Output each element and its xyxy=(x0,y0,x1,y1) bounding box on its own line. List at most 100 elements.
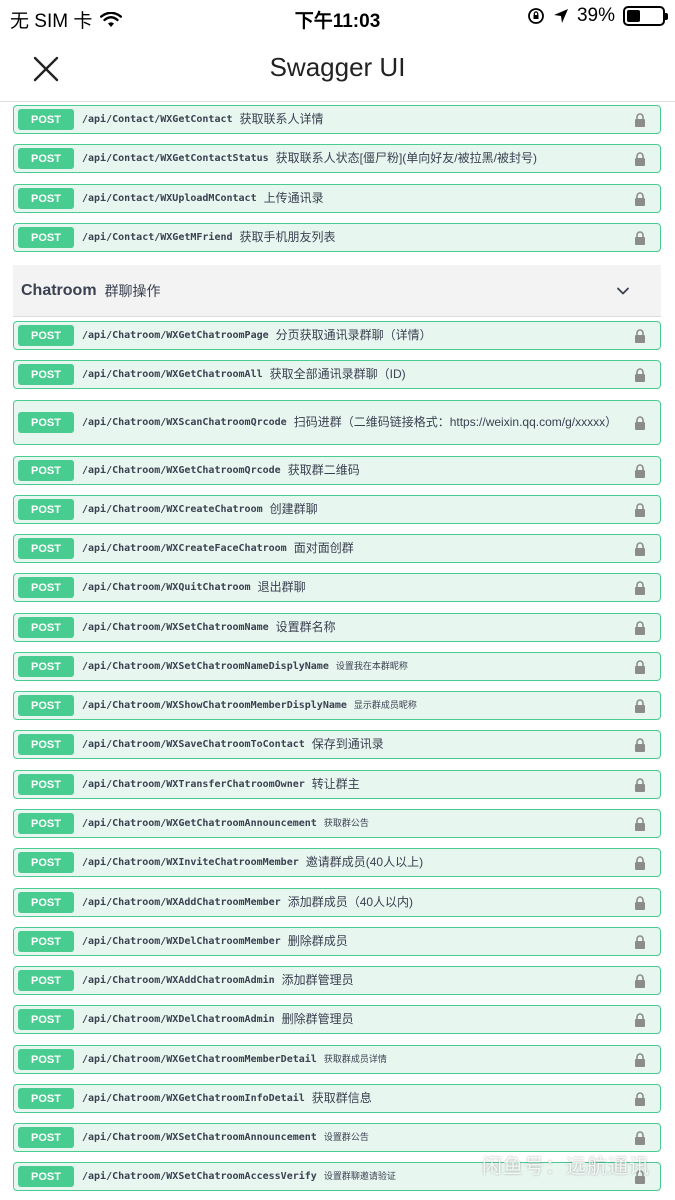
endpoint-path: /api/Chatroom/WXCreateFaceChatroom xyxy=(82,543,287,554)
method-badge: POST xyxy=(18,695,74,716)
lock-icon[interactable] xyxy=(634,816,646,831)
operation-row[interactable]: POST/api/Chatroom/WXSetChatroomAnnouncem… xyxy=(13,1123,661,1152)
operation-row[interactable]: POST/api/Chatroom/WXGetChatroomQrcode 获取群… xyxy=(13,456,661,485)
operation-row[interactable]: POST/api/Chatroom/WXSaveChatroomToContac… xyxy=(13,730,661,759)
lock-icon[interactable] xyxy=(634,1091,646,1106)
lock-icon[interactable] xyxy=(634,620,646,635)
location-icon xyxy=(553,9,568,23)
operation-row[interactable]: POST/api/Chatroom/WXSetChatroomAccessVer… xyxy=(13,1162,661,1191)
lock-icon[interactable] xyxy=(634,502,646,517)
operation-row[interactable]: POST/api/Chatroom/WXTransferChatroomOwne… xyxy=(13,770,661,799)
endpoint-description: 分页获取通讯录群聊（详情） xyxy=(275,327,432,342)
endpoint-path: /api/Chatroom/WXSetChatroomAccessVerify xyxy=(82,1171,317,1182)
lock-icon[interactable] xyxy=(634,737,646,752)
lock-icon[interactable] xyxy=(634,1012,646,1027)
lock-icon[interactable] xyxy=(634,1130,646,1145)
operation-row[interactable]: POST/api/Chatroom/WXSetChatroomNameDispl… xyxy=(13,652,661,681)
endpoint-path: /api/Chatroom/WXDelChatroomAdmin xyxy=(82,1014,275,1025)
endpoint-description: 退出群聊 xyxy=(257,579,306,594)
operation-row[interactable]: POST/api/Chatroom/WXCreateChatroom 创建群聊 xyxy=(13,495,661,524)
operation-row[interactable]: POST/api/Chatroom/WXInviteChatroomMember… xyxy=(13,848,661,877)
operations-list[interactable]: Chatroom 群聊操作 POST/api/Contact/WXGetCont… xyxy=(0,103,675,1200)
method-badge: POST xyxy=(18,931,74,952)
lock-icon[interactable] xyxy=(634,777,646,792)
wifi-icon xyxy=(100,11,123,27)
operation-row[interactable]: POST/api/Chatroom/WXGetChatroomPage 分页获取通… xyxy=(13,321,661,350)
endpoint-path: /api/Chatroom/WXSetChatroomName xyxy=(82,622,269,633)
method-badge: POST xyxy=(18,499,74,520)
section-description: 群聊操作 xyxy=(104,282,161,299)
operation-row[interactable]: POST/api/Chatroom/WXGetChatroomMemberDet… xyxy=(13,1045,661,1074)
method-badge: POST xyxy=(18,460,74,481)
lock-icon[interactable] xyxy=(634,934,646,949)
lock-icon[interactable] xyxy=(634,895,646,910)
lock-icon[interactable] xyxy=(634,541,646,556)
orientation-lock-icon xyxy=(528,8,544,24)
endpoint-description: 添加群管理员 xyxy=(281,972,354,987)
operation-row[interactable]: POST/api/Contact/WXGetContact 获取联系人详情 xyxy=(13,105,661,134)
method-badge: POST xyxy=(18,617,74,638)
method-badge: POST xyxy=(18,412,74,433)
operation-row[interactable]: POST/api/Chatroom/WXDelChatroomMember 删除群… xyxy=(13,927,661,956)
lock-icon[interactable] xyxy=(634,659,646,674)
endpoint-description: 设置群名称 xyxy=(275,619,336,634)
carrier-label: 无 SIM 卡 xyxy=(10,11,93,32)
operation-row[interactable]: POST/api/Contact/WXUploadMContact 上传通讯录 xyxy=(13,184,661,213)
operation-row[interactable]: POST/api/Chatroom/WXGetChatroomAnnouncem… xyxy=(13,809,661,838)
endpoint-path: /api/Chatroom/WXCreateChatroom xyxy=(82,504,263,515)
status-right: 39% xyxy=(527,5,668,27)
endpoint-description: 转让群主 xyxy=(311,776,360,791)
lock-icon[interactable] xyxy=(634,191,646,206)
operation-row[interactable]: POST/api/Chatroom/WXGetChatroomAll 获取全部通讯… xyxy=(13,360,661,389)
endpoint-path: /api/Chatroom/WXGetChatroomAll xyxy=(82,369,263,380)
endpoint-description: 设置我在本群昵称 xyxy=(335,661,408,672)
endpoint-path: /api/Chatroom/WXAddChatroomMember xyxy=(82,897,281,908)
operation-row[interactable]: POST/api/Contact/WXGetContactStatus 获取联系人… xyxy=(13,144,661,173)
endpoint-description: 获取群二维码 xyxy=(287,462,360,477)
lock-icon[interactable] xyxy=(634,1052,646,1067)
close-icon[interactable] xyxy=(30,53,62,85)
operation-row[interactable]: POST/api/Chatroom/WXGetChatroomInfoDetai… xyxy=(13,1084,661,1113)
endpoint-path: /api/Chatroom/WXGetChatroomQrcode xyxy=(82,465,281,476)
lock-icon[interactable] xyxy=(634,973,646,988)
lock-icon[interactable] xyxy=(634,698,646,713)
lock-icon[interactable] xyxy=(634,1169,646,1184)
operation-row[interactable]: POST/api/Chatroom/WXAddChatroomMember 添加群… xyxy=(13,888,661,917)
endpoint-path: /api/Contact/WXUploadMContact xyxy=(82,193,257,204)
status-bar: 无 SIM 卡 下午11:03 39% xyxy=(0,0,675,36)
endpoint-path: /api/Chatroom/WXGetChatroomPage xyxy=(82,330,269,341)
operation-row[interactable]: POST/api/Chatroom/WXSetChatroomName 设置群名称 xyxy=(13,613,661,642)
operation-row[interactable]: POST/api/Contact/WXGetMFriend 获取手机朋友列表 xyxy=(13,223,661,252)
endpoint-path: /api/Chatroom/WXInviteChatroomMember xyxy=(82,857,299,868)
chevron-down-icon[interactable] xyxy=(615,283,631,299)
endpoint-description: 设置群公告 xyxy=(323,1132,369,1143)
lock-icon[interactable] xyxy=(634,367,646,382)
endpoint-path: /api/Chatroom/WXAddChatroomAdmin xyxy=(82,975,275,986)
section-name: Chatroom xyxy=(21,281,97,299)
operation-row[interactable]: POST/api/Chatroom/WXCreateFaceChatroom 面对… xyxy=(13,534,661,563)
lock-icon[interactable] xyxy=(634,328,646,343)
lock-icon[interactable] xyxy=(634,230,646,245)
operation-row[interactable]: POST/api/Chatroom/WXQuitChatroom 退出群聊 xyxy=(13,573,661,602)
method-badge: POST xyxy=(18,188,74,209)
endpoint-description: 获取联系人状态[僵尸粉](单向好友/被拉黑/被封号) xyxy=(275,150,537,165)
endpoint-path: /api/Chatroom/WXSetChatroomAnnouncement xyxy=(82,1132,317,1143)
operation-row[interactable]: POST/api/Chatroom/WXScanChatroomQrcode 扫码… xyxy=(13,400,661,445)
lock-icon[interactable] xyxy=(634,112,646,127)
operation-row[interactable]: POST/api/Chatroom/WXShowChatroomMemberDi… xyxy=(13,691,661,720)
operation-row[interactable]: POST/api/Chatroom/WXAddChatroomAdmin 添加群管… xyxy=(13,966,661,995)
endpoint-description: 邀请群成员(40人以上) xyxy=(305,854,424,869)
lock-icon[interactable] xyxy=(634,151,646,166)
endpoint-description: 删除群成员 xyxy=(287,933,348,948)
lock-icon[interactable] xyxy=(634,415,646,430)
method-badge: POST xyxy=(18,148,74,169)
section-chatroom[interactable]: Chatroom 群聊操作 xyxy=(13,265,661,317)
method-badge: POST xyxy=(18,1127,74,1148)
battery-percent: 39% xyxy=(576,5,615,26)
operation-row[interactable]: POST/api/Chatroom/WXDelChatroomAdmin 删除群管… xyxy=(13,1005,661,1034)
endpoint-description: 创建群聊 xyxy=(269,501,318,516)
lock-icon[interactable] xyxy=(634,855,646,870)
lock-icon[interactable] xyxy=(634,580,646,595)
page-title: Swagger UI xyxy=(269,52,406,82)
lock-icon[interactable] xyxy=(634,463,646,478)
